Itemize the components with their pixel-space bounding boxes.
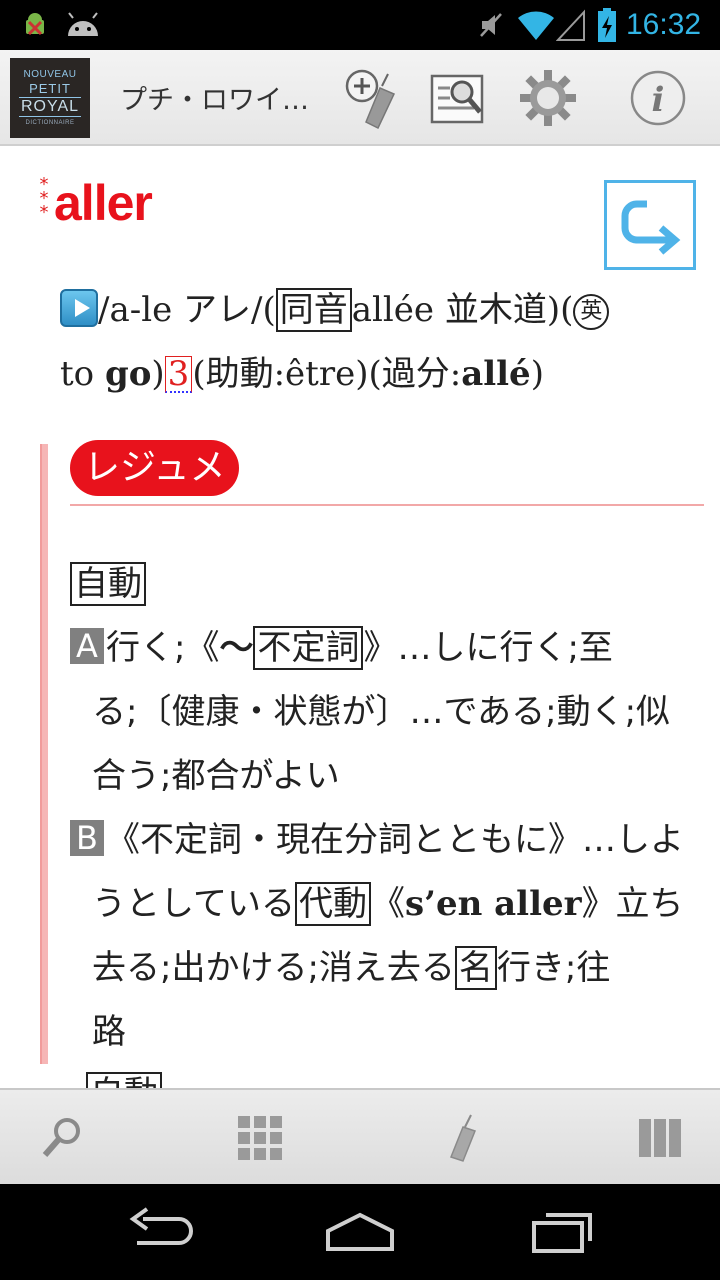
gear-icon bbox=[520, 70, 576, 126]
info-icon: i bbox=[630, 70, 686, 126]
add-bookmark-icon bbox=[345, 69, 396, 130]
sense-a-text: 行く;《 bbox=[106, 628, 220, 668]
search-page-button[interactable] bbox=[424, 64, 492, 132]
search-page-icon bbox=[430, 74, 484, 124]
navigation-bar bbox=[0, 1184, 720, 1280]
home-icon bbox=[326, 1212, 394, 1251]
logo-line3: ROYAL bbox=[18, 97, 82, 117]
homophone-tag: 同音 bbox=[275, 288, 352, 332]
back-icon bbox=[129, 1207, 193, 1245]
jump-button[interactable] bbox=[604, 180, 696, 270]
open-bracket: 《 bbox=[370, 884, 405, 924]
bookmark-icon bbox=[450, 1114, 476, 1162]
dictionary-content[interactable]: * * * aller /a-le アレ/(同音 allée 並木道)(英 to go… bbox=[0, 156, 720, 1088]
pp-close: ) bbox=[530, 354, 544, 394]
sense-b-line2: うとしている bbox=[92, 884, 295, 924]
headword: aller bbox=[54, 175, 153, 231]
android-icon bbox=[64, 0, 102, 50]
infinitive-tag: 不定詞 bbox=[253, 626, 364, 670]
noun-tag: 名 bbox=[454, 946, 497, 990]
sense-b-line2-post: 》立ち bbox=[581, 884, 684, 924]
tilde: 〜 bbox=[219, 628, 254, 668]
section-divider bbox=[70, 504, 704, 506]
english-pre: to bbox=[60, 354, 105, 394]
svg-text:i: i bbox=[652, 80, 665, 120]
info-button[interactable]: i bbox=[624, 64, 692, 132]
homophone: allée 並木道)( bbox=[351, 290, 574, 330]
sense-b-line3: 去る;出かける;消え去る bbox=[92, 948, 455, 988]
action-bar: NOUVEAU PETIT ROYAL DICTIONNAIRE プチ・ロワイ… bbox=[0, 50, 720, 146]
pos-tag-cut: 自動 bbox=[86, 1072, 162, 1088]
pos-tag: 自動 bbox=[70, 562, 146, 606]
wifi-icon bbox=[516, 0, 556, 50]
pronominal-tag: 代動 bbox=[294, 882, 371, 926]
bookmark-button[interactable] bbox=[432, 1108, 492, 1168]
pronunciation-block: /a-le アレ/(同音 allée 並木道)(英 to go)3(助動:être… bbox=[60, 278, 700, 406]
grid-button[interactable] bbox=[230, 1108, 290, 1168]
english-mark: 英 bbox=[573, 294, 610, 330]
search-icon bbox=[42, 1118, 80, 1157]
recent-apps-icon bbox=[532, 1213, 592, 1253]
recent-apps-button[interactable] bbox=[517, 1202, 607, 1262]
back-button[interactable] bbox=[116, 1202, 206, 1262]
past-participle: allé bbox=[461, 354, 531, 394]
battery-charging-icon bbox=[596, 0, 618, 50]
logo-line2: PETIT bbox=[29, 81, 71, 96]
status-bar: 16:32 bbox=[0, 0, 720, 50]
sense-a-line3: 合う;都合がよい bbox=[92, 756, 340, 796]
sense-letter-a: A bbox=[70, 628, 104, 664]
sense-a-line2: る;〔健康・状態が〕…である;動く;似 bbox=[92, 692, 671, 732]
summary-label: レジュメ bbox=[70, 440, 240, 496]
settings-button[interactable] bbox=[514, 64, 582, 132]
sense-b-line4: 路 bbox=[92, 1012, 126, 1052]
app-title: プチ・ロワイ… bbox=[120, 85, 309, 116]
definitions: 自動 A 行く;《〜 不定詞 》…しに行く;至 る;〔健康・状態が〕…である;動く;似… bbox=[70, 552, 706, 1064]
signal-icon bbox=[556, 0, 586, 50]
sen-aller: s’en aller bbox=[404, 884, 582, 924]
clock-time: 16:32 bbox=[626, 8, 702, 41]
sense-a-text-cont: 》…しに行く;至 bbox=[363, 628, 613, 668]
android-debug-icon bbox=[20, 0, 50, 50]
mute-icon bbox=[476, 0, 506, 50]
section-bar bbox=[40, 444, 48, 1064]
phonetic: /a-le アレ/( bbox=[98, 290, 276, 330]
play-audio-icon[interactable] bbox=[60, 289, 98, 327]
logo-line4: DICTIONNAIRE bbox=[25, 120, 75, 126]
app-logo[interactable]: NOUVEAU PETIT ROYAL DICTIONNAIRE bbox=[10, 58, 90, 138]
english-word: go bbox=[104, 354, 152, 394]
grid-icon bbox=[238, 1116, 282, 1160]
sense-letter-b: B bbox=[70, 820, 104, 856]
bottom-toolbar bbox=[0, 1088, 720, 1184]
logo-line1: NOUVEAU bbox=[23, 69, 77, 80]
conjugation-link[interactable]: 3 bbox=[164, 356, 193, 393]
auxiliary-info: (助動:être)(過分: bbox=[192, 354, 462, 394]
columns-button[interactable] bbox=[630, 1108, 690, 1168]
home-button[interactable] bbox=[315, 1202, 405, 1262]
columns-icon bbox=[639, 1119, 681, 1157]
sense-b-text: 《不定詞・現在分詞とともに》…しよ bbox=[106, 820, 684, 860]
jump-arrow-icon bbox=[621, 200, 681, 255]
english-close: ) bbox=[151, 354, 165, 394]
search-button[interactable] bbox=[32, 1108, 92, 1168]
sense-b-line3-post: 行き;往 bbox=[496, 948, 611, 988]
add-bookmark-button[interactable] bbox=[340, 64, 408, 132]
frequency-stars: * * * bbox=[39, 174, 49, 223]
